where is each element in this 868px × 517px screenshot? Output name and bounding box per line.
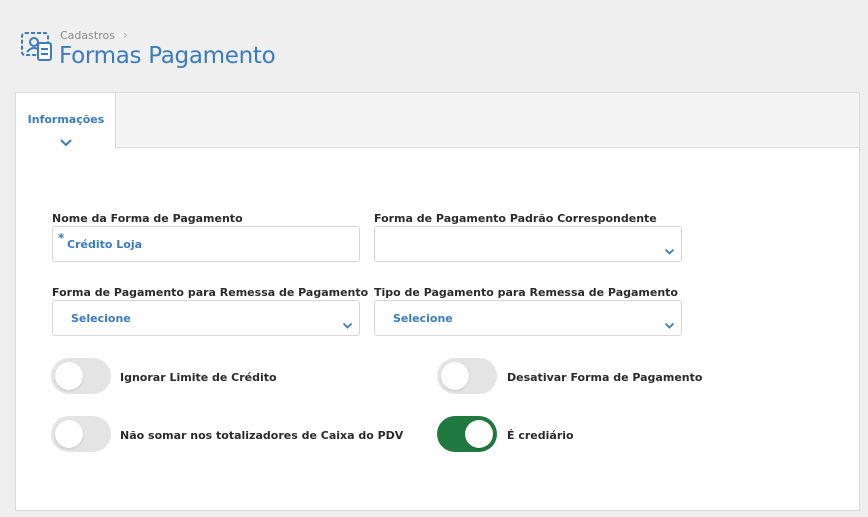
ignorar-limite-label: Ignorar Limite de Crédito (120, 371, 277, 384)
padrao-select[interactable] (374, 226, 682, 262)
toggle-knob (465, 420, 493, 448)
crediario-label: É crediário (507, 429, 574, 442)
tab-label: Informações (27, 113, 105, 126)
contacts-card-icon (20, 29, 53, 62)
remessa-tipo-value: Selecione (393, 312, 453, 325)
breadcrumb: Cadastros › (60, 28, 128, 42)
toggle-knob (441, 362, 469, 390)
chevron-down-icon (59, 133, 73, 147)
nao-somar-label: Não somar nos totalizadores de Caixa do … (120, 429, 404, 442)
chevron-right-icon: › (122, 28, 128, 42)
chevron-down-icon (664, 315, 675, 329)
nome-input[interactable]: * Crédito Loja (52, 226, 360, 262)
desativar-label: Desativar Forma de Pagamento (507, 371, 703, 384)
tabs-bar (16, 93, 859, 148)
padrao-label: Forma de Pagamento Padrão Correspondente (374, 212, 657, 225)
toggle-knob (55, 362, 83, 390)
toggle-knob (55, 420, 83, 448)
required-mark: * (58, 231, 65, 245)
chevron-down-icon (664, 241, 675, 255)
remessa-forma-label: Forma de Pagamento para Remessa de Pagam… (52, 286, 369, 299)
desativar-toggle[interactable] (437, 358, 497, 394)
form-card: Informações Nome da Forma de Pagamento *… (15, 92, 860, 511)
breadcrumb-cadastros[interactable]: Cadastros (60, 29, 115, 42)
page-title: Formas Pagamento (59, 43, 276, 69)
tab-informacoes[interactable]: Informações (16, 93, 116, 149)
remessa-forma-value: Selecione (71, 312, 131, 325)
remessa-tipo-label: Tipo de Pagamento para Remessa de Pagame… (374, 286, 678, 299)
ignorar-limite-toggle[interactable] (51, 358, 111, 394)
nome-value: Crédito Loja (67, 238, 143, 251)
chevron-down-icon (342, 315, 353, 329)
crediario-toggle[interactable] (437, 416, 497, 452)
nome-label: Nome da Forma de Pagamento (52, 212, 243, 225)
nao-somar-toggle[interactable] (51, 416, 111, 452)
remessa-tipo-select[interactable]: Selecione (374, 300, 682, 336)
remessa-forma-select[interactable]: Selecione (52, 300, 360, 336)
